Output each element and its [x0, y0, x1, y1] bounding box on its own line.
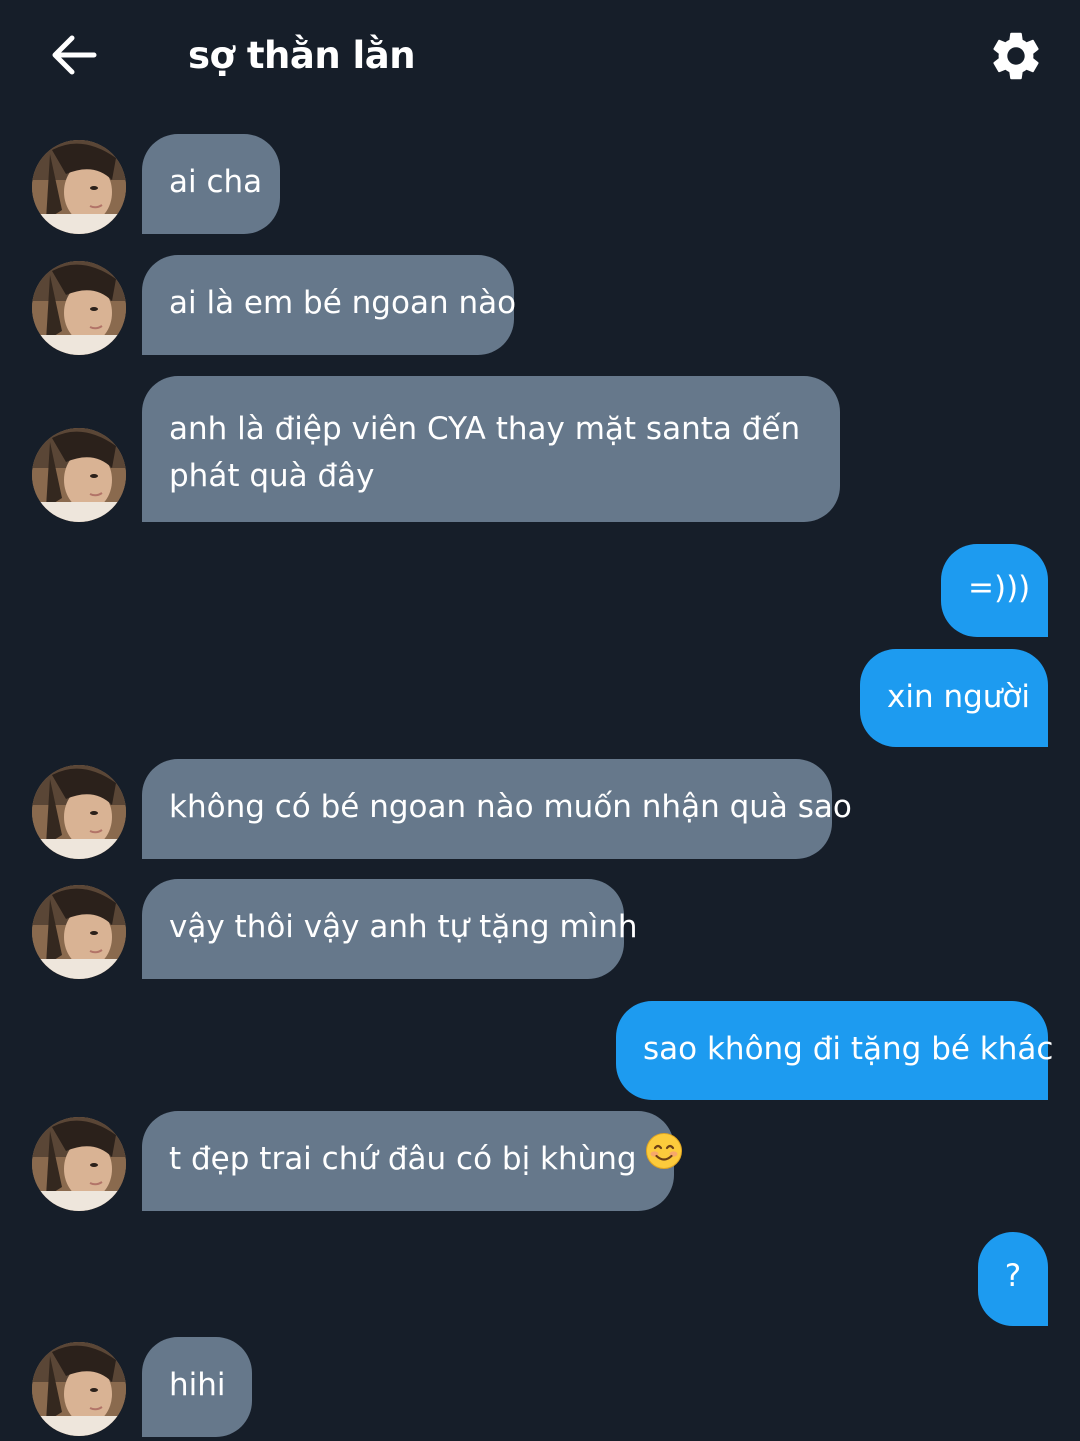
- avatar[interactable]: [32, 261, 126, 355]
- message-bubble[interactable]: ai cha: [142, 134, 280, 234]
- message-text: hihi: [169, 1367, 226, 1403]
- avatar-photo: [32, 140, 126, 234]
- message-bubble[interactable]: sao không đi tặng bé khác: [616, 1001, 1053, 1100]
- message-bubble[interactable]: ?: [978, 1232, 1048, 1326]
- avatar[interactable]: [32, 885, 126, 979]
- avatar-photo: [32, 1117, 126, 1211]
- message-text: sao không đi tặng bé khác: [643, 1031, 1054, 1067]
- gear-icon: [993, 32, 1039, 80]
- avatar[interactable]: [32, 1342, 126, 1436]
- avatar[interactable]: [32, 140, 126, 234]
- message-bubble[interactable]: t đẹp trai chứ đâu có bị khùng: [142, 1111, 682, 1211]
- message-bubble[interactable]: hihi: [142, 1337, 252, 1437]
- back-button[interactable]: [46, 27, 102, 83]
- avatar-photo: [32, 765, 126, 859]
- avatar[interactable]: [32, 428, 126, 522]
- avatar[interactable]: [32, 1117, 126, 1211]
- message-text: không có bé ngoan nào muốn nhận quà sao: [169, 789, 852, 825]
- avatar-photo: [32, 428, 126, 522]
- chat-header: sợ thằn lằn: [0, 0, 1080, 115]
- message-text: vậy thôi vậy anh tự tặng mình: [169, 909, 638, 945]
- message-text: t đẹp trai chứ đâu có bị khùng: [169, 1141, 637, 1177]
- avatar[interactable]: [32, 765, 126, 859]
- message-text: =))): [968, 570, 1031, 606]
- message-bubble[interactable]: ai là em bé ngoan nào: [142, 255, 517, 355]
- avatar-photo: [32, 261, 126, 355]
- arrow-left-icon: [52, 35, 97, 75]
- chat-title: sợ thằn lằn: [188, 34, 416, 77]
- message-bubble[interactable]: =))): [941, 544, 1048, 637]
- message-bubble[interactable]: xin người: [860, 649, 1048, 747]
- avatar-photo: [32, 885, 126, 979]
- message-text: ai cha: [169, 164, 263, 200]
- message-bubble[interactable]: không có bé ngoan nào muốn nhận quà sao: [142, 759, 852, 859]
- avatar-photo: [32, 1342, 126, 1436]
- message-text: xin người: [887, 679, 1031, 715]
- smiling-face-icon: [645, 1132, 683, 1184]
- message-bubble[interactable]: vậy thôi vậy anh tự tặng mình: [142, 879, 638, 979]
- settings-button[interactable]: [987, 27, 1045, 85]
- message-text: anh là điệp viên CYA thay mặt santa đến …: [169, 411, 801, 494]
- message-text: ai là em bé ngoan nào: [169, 285, 517, 321]
- message-bubble[interactable]: anh là điệp viên CYA thay mặt santa đến …: [142, 376, 840, 522]
- message-text: ?: [1004, 1258, 1022, 1294]
